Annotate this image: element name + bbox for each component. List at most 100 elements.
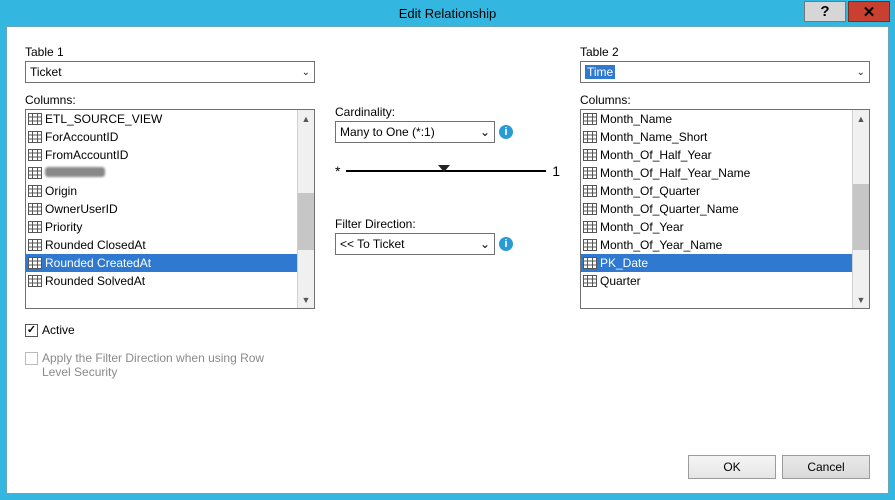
table-icon — [583, 167, 597, 179]
chevron-down-icon: ⌄ — [480, 125, 490, 139]
list-item[interactable]: Origin — [26, 182, 297, 200]
list-item[interactable]: Month_Of_Year_Name — [581, 236, 852, 254]
scroll-up-icon[interactable]: ▲ — [853, 110, 869, 127]
list-item[interactable]: PK_Date — [581, 254, 852, 272]
scroll-down-icon[interactable]: ▼ — [853, 291, 869, 308]
list-item[interactable]: ETL_SOURCE_VIEW — [26, 110, 297, 128]
table-icon — [583, 131, 597, 143]
list-item[interactable]: Month_Of_Year — [581, 218, 852, 236]
table-icon — [28, 131, 42, 143]
list-item[interactable]: Rounded CreatedAt — [26, 254, 297, 272]
info-icon[interactable]: i — [499, 237, 513, 251]
info-icon[interactable]: i — [499, 125, 513, 139]
list-item-label: Priority — [45, 220, 82, 234]
rls-label: Apply the Filter Direction when using Ro… — [42, 351, 285, 379]
list-item[interactable]: ForAccountID — [26, 128, 297, 146]
filter-direction-label: Filter Direction: — [335, 217, 560, 231]
list-item-label: OwnerUserID — [45, 202, 118, 216]
close-icon: ✕ — [863, 3, 876, 21]
dialog-window: Edit Relationship ? ✕ Table 1 Ticket ⌄ C… — [0, 0, 895, 500]
rls-checkbox-row[interactable]: Apply the Filter Direction when using Ro… — [25, 351, 285, 379]
rel-left-symbol: * — [335, 163, 340, 179]
chevron-down-icon: ⌄ — [857, 67, 865, 78]
list-item-label: ETL_SOURCE_VIEW — [45, 112, 162, 126]
relationship-panel: Cardinality: Many to One (*:1) ⌄ i * 1 F… — [335, 45, 560, 379]
scroll-up-icon[interactable]: ▲ — [298, 110, 314, 127]
table2-panel: Table 2 Time ⌄ Columns: Month_NameMonth_… — [580, 45, 870, 379]
rel-track[interactable] — [346, 170, 546, 172]
table-icon — [583, 275, 597, 287]
chevron-down-icon: ⌄ — [480, 237, 490, 251]
list-item[interactable]: Month_Name_Short — [581, 128, 852, 146]
list-item-label: Quarter — [600, 274, 641, 288]
table-icon — [28, 185, 42, 197]
table-icon — [583, 239, 597, 251]
list-item[interactable]: Month_Of_Quarter_Name — [581, 200, 852, 218]
scroll-down-icon[interactable]: ▼ — [298, 291, 314, 308]
list-item-label: Rounded CreatedAt — [45, 256, 151, 270]
table2-columns-label: Columns: — [580, 93, 870, 107]
active-checkbox-row[interactable]: Active — [25, 323, 315, 337]
list-item[interactable]: FromAccountID — [26, 146, 297, 164]
rls-checkbox[interactable] — [25, 352, 38, 365]
list-item-label: ForAccountID — [45, 130, 118, 144]
table-icon — [28, 275, 42, 287]
list-item-label: Origin — [45, 184, 77, 198]
list-item-label: Month_Of_Quarter — [600, 184, 700, 198]
dialog-body: Table 1 Ticket ⌄ Columns: ETL_SOURCE_VIE… — [6, 26, 889, 494]
filter-direction-combo[interactable]: << To Ticket ⌄ — [335, 233, 495, 255]
cardinality-combo[interactable]: Many to One (*:1) ⌄ — [335, 121, 495, 143]
table-icon — [28, 239, 42, 251]
list-item[interactable]: Quarter — [581, 272, 852, 290]
list-item[interactable]: Month_Of_Quarter — [581, 182, 852, 200]
table-icon — [28, 167, 42, 179]
rel-handle-icon[interactable] — [438, 165, 450, 172]
list-item[interactable] — [26, 164, 297, 182]
list-item-label: Month_Name_Short — [600, 130, 707, 144]
list-item-label: Month_Of_Half_Year — [600, 148, 712, 162]
table-icon — [28, 149, 42, 161]
list-item[interactable]: OwnerUserID — [26, 200, 297, 218]
table-icon — [583, 113, 597, 125]
chevron-down-icon: ⌄ — [302, 67, 310, 78]
help-icon: ? — [820, 3, 829, 20]
table1-panel: Table 1 Ticket ⌄ Columns: ETL_SOURCE_VIE… — [25, 45, 315, 379]
table2-combo[interactable]: Time ⌄ — [580, 61, 870, 83]
list-item-label: Month_Of_Quarter_Name — [600, 202, 739, 216]
cardinality-label: Cardinality: — [335, 105, 560, 119]
active-label: Active — [42, 323, 75, 337]
list-item-label: Month_Name — [600, 112, 672, 126]
help-button[interactable]: ? — [804, 1, 846, 22]
list-item[interactable]: Rounded ClosedAt — [26, 236, 297, 254]
cancel-button[interactable]: Cancel — [782, 455, 870, 479]
window-title: Edit Relationship — [399, 6, 497, 21]
table2-label: Table 2 — [580, 45, 870, 59]
table2-value: Time — [585, 65, 615, 79]
list-item[interactable]: Month_Name — [581, 110, 852, 128]
rel-right-symbol: 1 — [552, 163, 560, 179]
scrollbar[interactable]: ▲ ▼ — [852, 110, 869, 308]
list-item[interactable]: Priority — [26, 218, 297, 236]
close-button[interactable]: ✕ — [848, 1, 890, 22]
list-item-label: Month_Of_Year_Name — [600, 238, 722, 252]
table1-combo[interactable]: Ticket ⌄ — [25, 61, 315, 83]
relationship-slider[interactable]: * 1 — [335, 163, 560, 179]
table-icon — [583, 257, 597, 269]
list-item[interactable]: Month_Of_Half_Year_Name — [581, 164, 852, 182]
table2-columns-list[interactable]: Month_Name Month_Name_Short Month_Of_Half_… — [580, 109, 870, 309]
table1-columns-list[interactable]: ETL_SOURCE_VIEW ForAccountID FromAccountID… — [25, 109, 315, 309]
list-item[interactable]: Rounded SolvedAt — [26, 272, 297, 290]
table1-value: Ticket — [30, 65, 62, 79]
table-icon — [583, 149, 597, 161]
filter-direction-value: << To Ticket — [340, 237, 404, 251]
list-item-label: Rounded SolvedAt — [45, 274, 145, 288]
scrollbar[interactable]: ▲ ▼ — [297, 110, 314, 308]
table-icon — [583, 221, 597, 233]
list-item[interactable]: Month_Of_Half_Year — [581, 146, 852, 164]
ok-button[interactable]: OK — [688, 455, 776, 479]
table1-columns-label: Columns: — [25, 93, 315, 107]
list-item-label: Month_Of_Half_Year_Name — [600, 166, 750, 180]
list-item-label: Rounded ClosedAt — [45, 238, 146, 252]
table-icon — [28, 257, 42, 269]
active-checkbox[interactable] — [25, 324, 38, 337]
